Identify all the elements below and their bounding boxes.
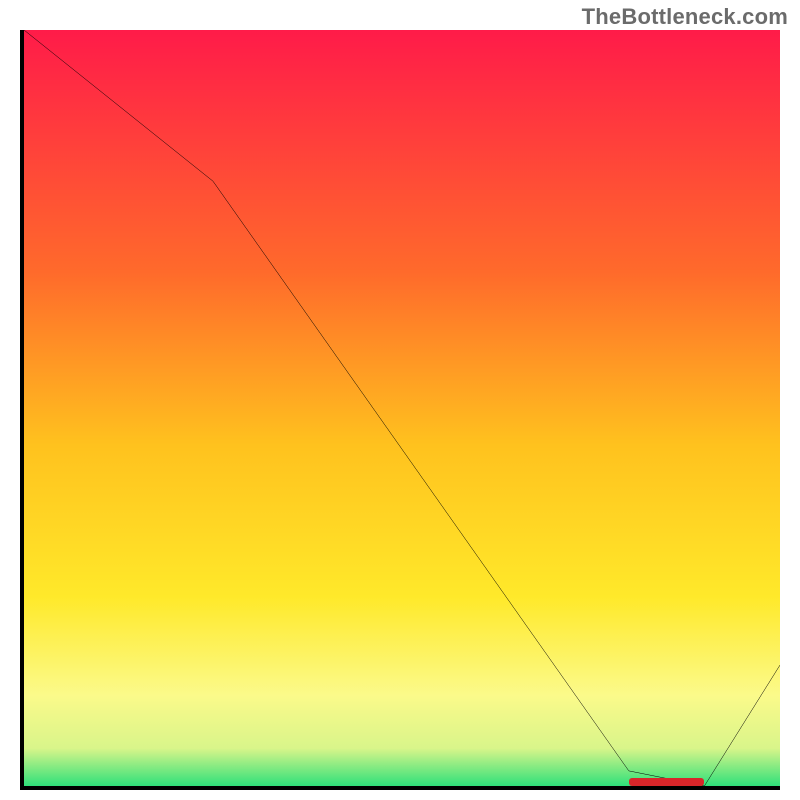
attribution-label: TheBottleneck.com [582,4,788,30]
bottleneck-chart: TheBottleneck.com [0,0,800,800]
curve-line [24,30,780,786]
curve-layer [24,30,780,786]
plot-area [20,30,780,790]
optimum-marker [629,778,705,786]
